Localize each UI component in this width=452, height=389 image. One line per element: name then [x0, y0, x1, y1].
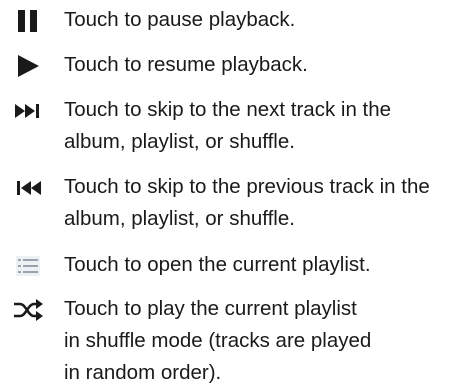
description-line: Touch to skip to the previous track in t…	[64, 175, 430, 198]
legend-description: Touch to pause playback.	[64, 4, 448, 36]
legend-description: Touch to skip to the next track in the a…	[64, 94, 448, 158]
playlist-icon	[8, 249, 48, 283]
description-line: Touch to pause playback.	[64, 8, 296, 31]
description-line: in random order).	[64, 361, 222, 384]
legend-description: Touch to skip to the previous track in t…	[64, 171, 448, 235]
description-line: album, playlist, or shuffle.	[64, 130, 295, 153]
description-line: Touch to resume playback.	[64, 53, 308, 76]
pause-icon	[8, 4, 48, 38]
description-line: Touch to skip to the next track in the	[64, 98, 392, 121]
legend-description: Touch to resume playback.	[64, 49, 448, 81]
play-icon	[8, 49, 48, 83]
legend-description: Touch to open the current playlist.	[64, 249, 448, 281]
description-line: Touch to play the current playlist	[64, 297, 357, 320]
legend-description: Touch to play the current playlist in sh…	[64, 293, 448, 389]
description-line: album, playlist, or shuffle.	[64, 207, 295, 230]
skip-next-icon	[8, 94, 48, 128]
description-line: in shuffle mode (tracks are played	[64, 329, 372, 352]
skip-previous-icon	[8, 171, 48, 205]
shuffle-icon	[8, 293, 48, 327]
description-line: Touch to open the current playlist.	[64, 253, 371, 276]
